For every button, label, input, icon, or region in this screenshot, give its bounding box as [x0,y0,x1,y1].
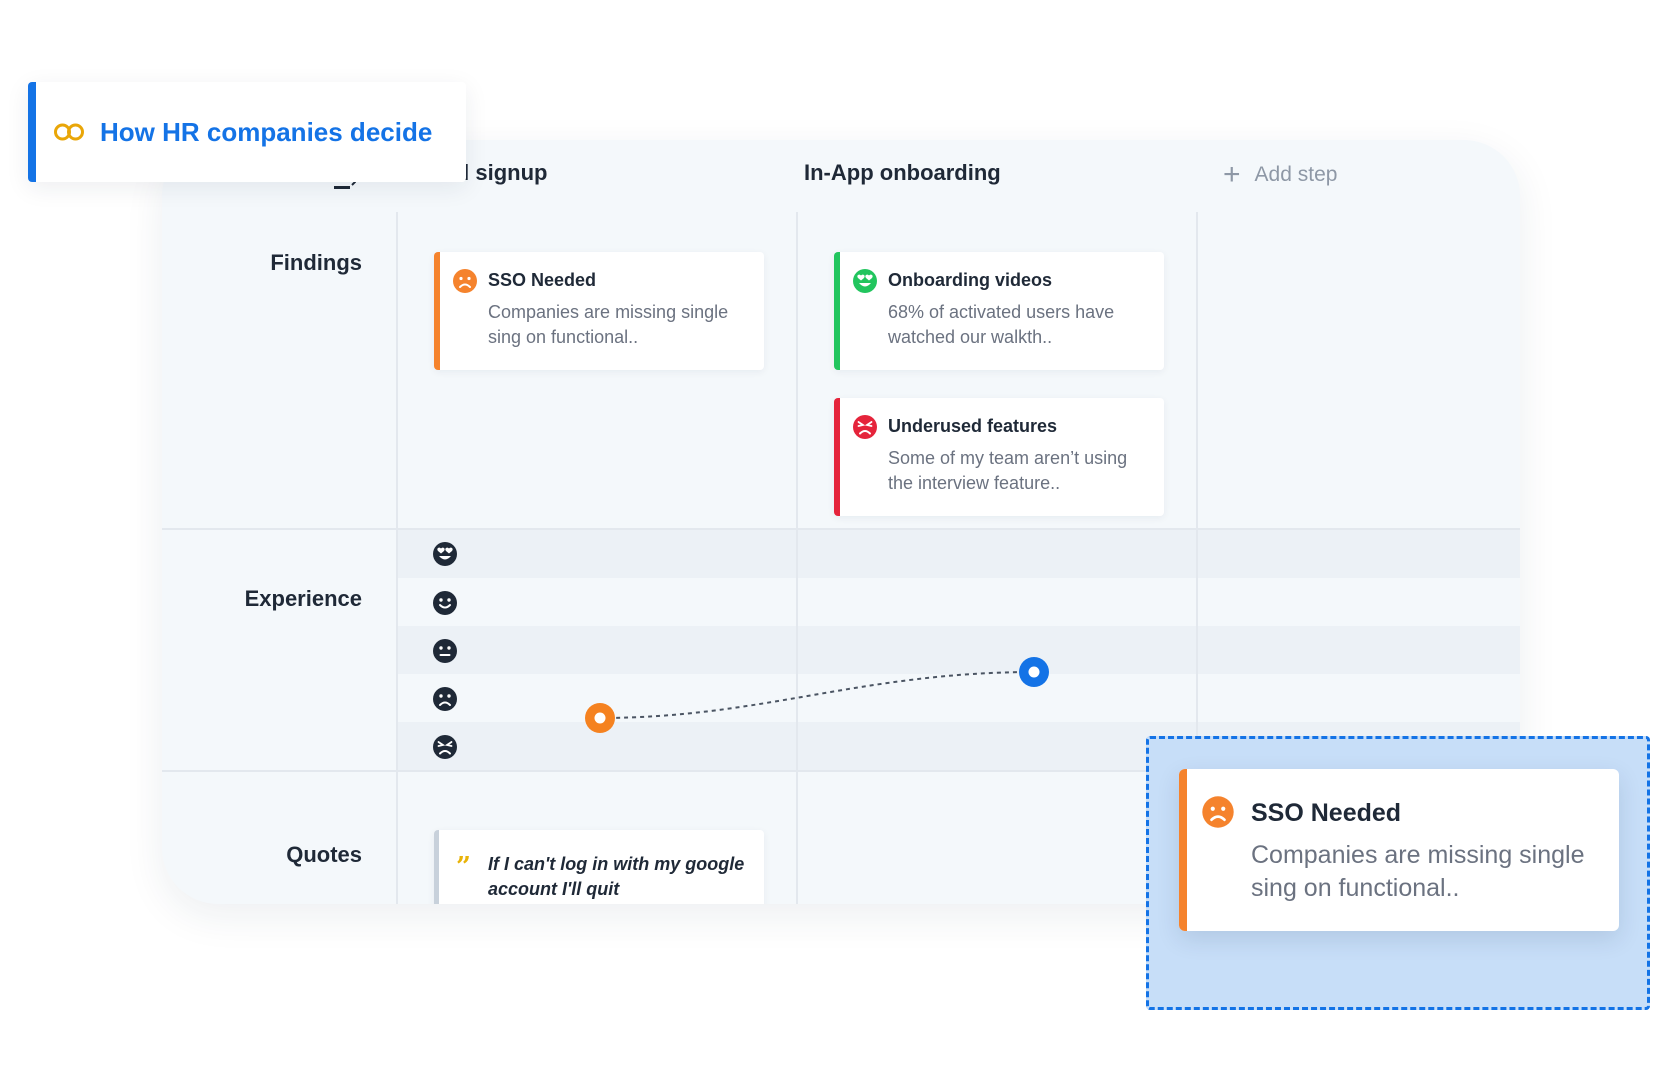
neutral-face-icon [433,639,457,663]
dragged-finding-card[interactable]: SSO Needed Companies are missing single … [1179,769,1619,931]
card-title: SSO Needed [1251,799,1402,827]
add-step-button[interactable]: + Add step [1223,160,1337,190]
card-description: Some of my team aren’t using the intervi… [888,448,1128,493]
experience-band-sad [398,674,1520,722]
finding-card[interactable]: Onboarding videos 68% of activated users… [834,252,1164,370]
experience-band-happy [398,578,1520,626]
card-description: Companies are missing single sing on fun… [488,302,729,347]
sad-face-icon [453,269,477,293]
card-description: 68% of activated users have watched our … [888,302,1115,347]
quote-icon: ” [456,852,471,882]
card-title: Underused features [888,416,1058,436]
card-accent [1179,769,1187,931]
angry-face-icon [853,415,877,439]
journey-tab-label: How HR companies decide [100,116,433,147]
card-description: Companies are missing single sing on fun… [1251,841,1585,902]
quote-text: If I can't log in with my google account… [488,854,745,899]
card-accent [834,252,840,370]
card-accent [834,398,840,516]
sad-face-icon [1202,796,1234,828]
quote-card[interactable]: ” If I can't log in with my google accou… [434,830,764,904]
sad-face-icon [433,687,457,711]
plus-icon: + [1223,158,1241,191]
angry-face-icon [433,735,457,759]
card-title: Onboarding videos [888,270,1053,290]
card-title: SSO Needed [488,270,597,290]
love-face-icon [433,542,457,566]
finding-card[interactable]: Underused features Some of my team aren’… [834,398,1164,516]
finding-card[interactable]: SSO Needed Companies are missing single … [434,252,764,370]
row-label-findings: Findings [270,250,362,275]
experience-band-neutral [398,626,1520,674]
grid-line [396,212,398,904]
row-label-experience: Experience [244,586,362,611]
drop-zone[interactable]: SSO Needed Companies are missing single … [1146,736,1650,1010]
link-icon [54,123,84,141]
grid-line [162,528,1520,530]
journey-tab[interactable]: How HR companies decide [28,82,466,182]
grid-line [796,212,798,904]
love-face-icon [853,269,877,293]
add-step-label: Add step [1254,163,1338,186]
card-accent [434,252,440,370]
experience-band-love [398,530,1520,578]
column-header-in-app-onboarding[interactable]: In-App onboarding [804,160,1001,186]
card-accent [434,830,439,904]
row-label-quotes: Quotes [286,842,362,867]
happy-face-icon [433,591,457,615]
